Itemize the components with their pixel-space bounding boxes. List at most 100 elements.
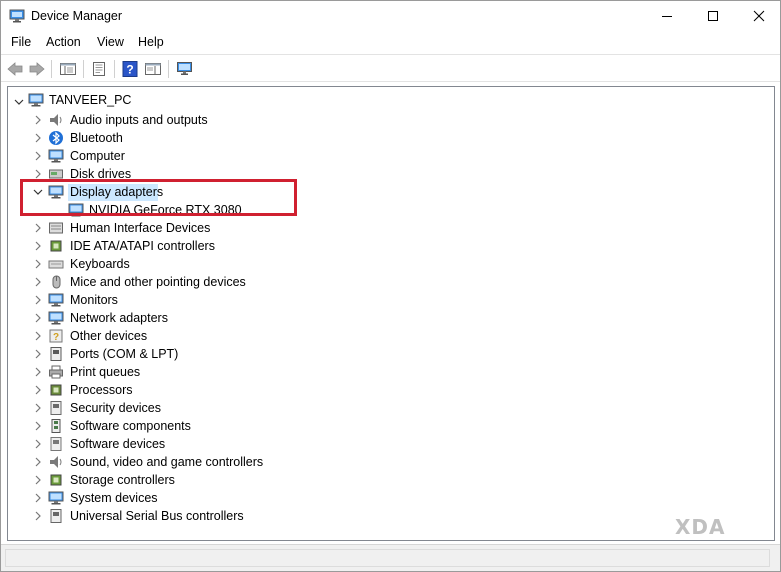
menu-view[interactable]: View bbox=[97, 35, 124, 49]
chevron-right-icon bbox=[35, 277, 41, 287]
category-expander[interactable] bbox=[33, 295, 43, 305]
tree-category-item[interactable]: Audio inputs and outputs bbox=[70, 113, 208, 127]
category-expander[interactable] bbox=[33, 403, 43, 413]
forward-button[interactable] bbox=[27, 59, 47, 79]
minimize-button[interactable] bbox=[644, 1, 690, 31]
chevron-right-icon bbox=[35, 457, 41, 467]
chevron-right-icon bbox=[35, 439, 41, 449]
usb-icon bbox=[50, 509, 62, 523]
software-component-icon bbox=[51, 419, 61, 433]
back-arrow-icon bbox=[7, 62, 23, 76]
close-button[interactable] bbox=[736, 1, 781, 31]
category-expander[interactable] bbox=[33, 331, 43, 341]
category-expander[interactable] bbox=[33, 259, 43, 269]
tree-category-item[interactable]: Mice and other pointing devices bbox=[70, 275, 246, 289]
category-expander[interactable] bbox=[33, 133, 43, 143]
chevron-down-icon bbox=[14, 99, 24, 105]
computer-icon bbox=[28, 93, 44, 107]
category-expander[interactable] bbox=[33, 151, 43, 161]
category-expander[interactable] bbox=[33, 511, 43, 521]
tree-category-item[interactable]: Print queues bbox=[70, 365, 140, 379]
category-expander[interactable] bbox=[33, 169, 43, 179]
category-expander[interactable] bbox=[33, 385, 43, 395]
menu-help[interactable]: Help bbox=[138, 35, 164, 49]
root-expander[interactable] bbox=[14, 97, 24, 107]
chevron-right-icon bbox=[35, 133, 41, 143]
printer-icon bbox=[49, 365, 63, 379]
chevron-right-icon bbox=[35, 493, 41, 503]
toolbar-separator bbox=[51, 60, 52, 78]
tree-category-item[interactable]: IDE ATA/ATAPI controllers bbox=[70, 239, 215, 253]
tree-category-item[interactable]: Human Interface Devices bbox=[70, 221, 210, 235]
tree-category-item[interactable]: Storage controllers bbox=[70, 473, 175, 487]
device-tree[interactable]: TANVEER_PC Audio inputs and outputs Bluet… bbox=[7, 86, 775, 541]
tree-category-item[interactable]: Universal Serial Bus controllers bbox=[70, 509, 244, 523]
menu-action[interactable]: Action bbox=[46, 35, 81, 49]
menu-file[interactable]: File bbox=[11, 35, 31, 49]
tree-category-item[interactable]: Computer bbox=[70, 149, 125, 163]
category-expander[interactable] bbox=[33, 277, 43, 287]
processor-icon bbox=[50, 384, 62, 396]
category-expander[interactable] bbox=[33, 349, 43, 359]
close-icon bbox=[753, 10, 765, 22]
action-pane-button[interactable] bbox=[143, 59, 163, 79]
monitor-icon bbox=[48, 293, 64, 307]
category-expander[interactable] bbox=[33, 115, 43, 125]
toolbar: ? bbox=[1, 54, 780, 82]
action-pane-icon bbox=[145, 63, 161, 75]
root-computer-label[interactable]: TANVEER_PC bbox=[49, 93, 131, 107]
status-cell bbox=[5, 549, 770, 567]
computer-icon bbox=[48, 149, 64, 163]
chevron-right-icon bbox=[35, 115, 41, 125]
help-button[interactable]: ? bbox=[120, 59, 140, 79]
category-expander[interactable] bbox=[33, 241, 43, 251]
tree-category-item[interactable]: Security devices bbox=[70, 401, 161, 415]
keyboard-icon bbox=[48, 260, 64, 269]
svg-text:?: ? bbox=[126, 63, 133, 77]
chevron-right-icon bbox=[35, 511, 41, 521]
tree-category-item[interactable]: Bluetooth bbox=[70, 131, 123, 145]
maximize-button[interactable] bbox=[690, 1, 736, 31]
category-expander[interactable] bbox=[33, 457, 43, 467]
category-expander[interactable] bbox=[33, 439, 43, 449]
tree-category-item[interactable]: Monitors bbox=[70, 293, 118, 307]
scan-hardware-icon bbox=[177, 62, 192, 75]
scan-hardware-button[interactable] bbox=[175, 59, 195, 79]
window-title: Device Manager bbox=[31, 9, 123, 23]
tree-category-item[interactable]: Sound, video and game controllers bbox=[70, 455, 263, 469]
chevron-right-icon bbox=[35, 403, 41, 413]
storage-controller-icon bbox=[50, 474, 62, 486]
mouse-icon bbox=[52, 275, 61, 289]
status-bar bbox=[1, 544, 780, 571]
tree-category-item[interactable]: System devices bbox=[70, 491, 158, 505]
other-devices-icon: ? bbox=[49, 329, 63, 343]
tree-category-item[interactable]: Network adapters bbox=[70, 311, 168, 325]
category-expander[interactable] bbox=[33, 313, 43, 323]
tree-category-item[interactable]: Software components bbox=[70, 419, 191, 433]
category-expander[interactable] bbox=[33, 493, 43, 503]
show-hide-tree-button[interactable] bbox=[58, 59, 78, 79]
chevron-right-icon bbox=[35, 241, 41, 251]
category-expander[interactable] bbox=[33, 223, 43, 233]
back-button[interactable] bbox=[5, 59, 25, 79]
category-expander[interactable] bbox=[33, 475, 43, 485]
properties-button[interactable] bbox=[89, 59, 109, 79]
sound-controller-icon bbox=[50, 456, 62, 468]
ide-controller-icon bbox=[50, 240, 62, 252]
minimize-icon bbox=[662, 16, 672, 17]
tree-category-item[interactable]: Software devices bbox=[70, 437, 165, 451]
category-expander[interactable] bbox=[33, 421, 43, 431]
watermark-logo: XDA bbox=[675, 515, 726, 539]
tree-category-item[interactable]: Ports (COM & LPT) bbox=[70, 347, 178, 361]
category-expander[interactable] bbox=[33, 367, 43, 377]
menu-bar: File Action View Help bbox=[1, 31, 780, 53]
tree-category-item[interactable]: Keyboards bbox=[70, 257, 130, 271]
tree-category-item[interactable]: Other devices bbox=[70, 329, 147, 343]
toolbar-separator bbox=[83, 60, 84, 78]
title-bar: Device Manager bbox=[1, 1, 780, 31]
tree-category-item[interactable]: Processors bbox=[70, 383, 133, 397]
highlight-annotation bbox=[20, 179, 297, 216]
chevron-right-icon bbox=[35, 331, 41, 341]
chevron-right-icon bbox=[35, 367, 41, 377]
chevron-right-icon bbox=[35, 475, 41, 485]
